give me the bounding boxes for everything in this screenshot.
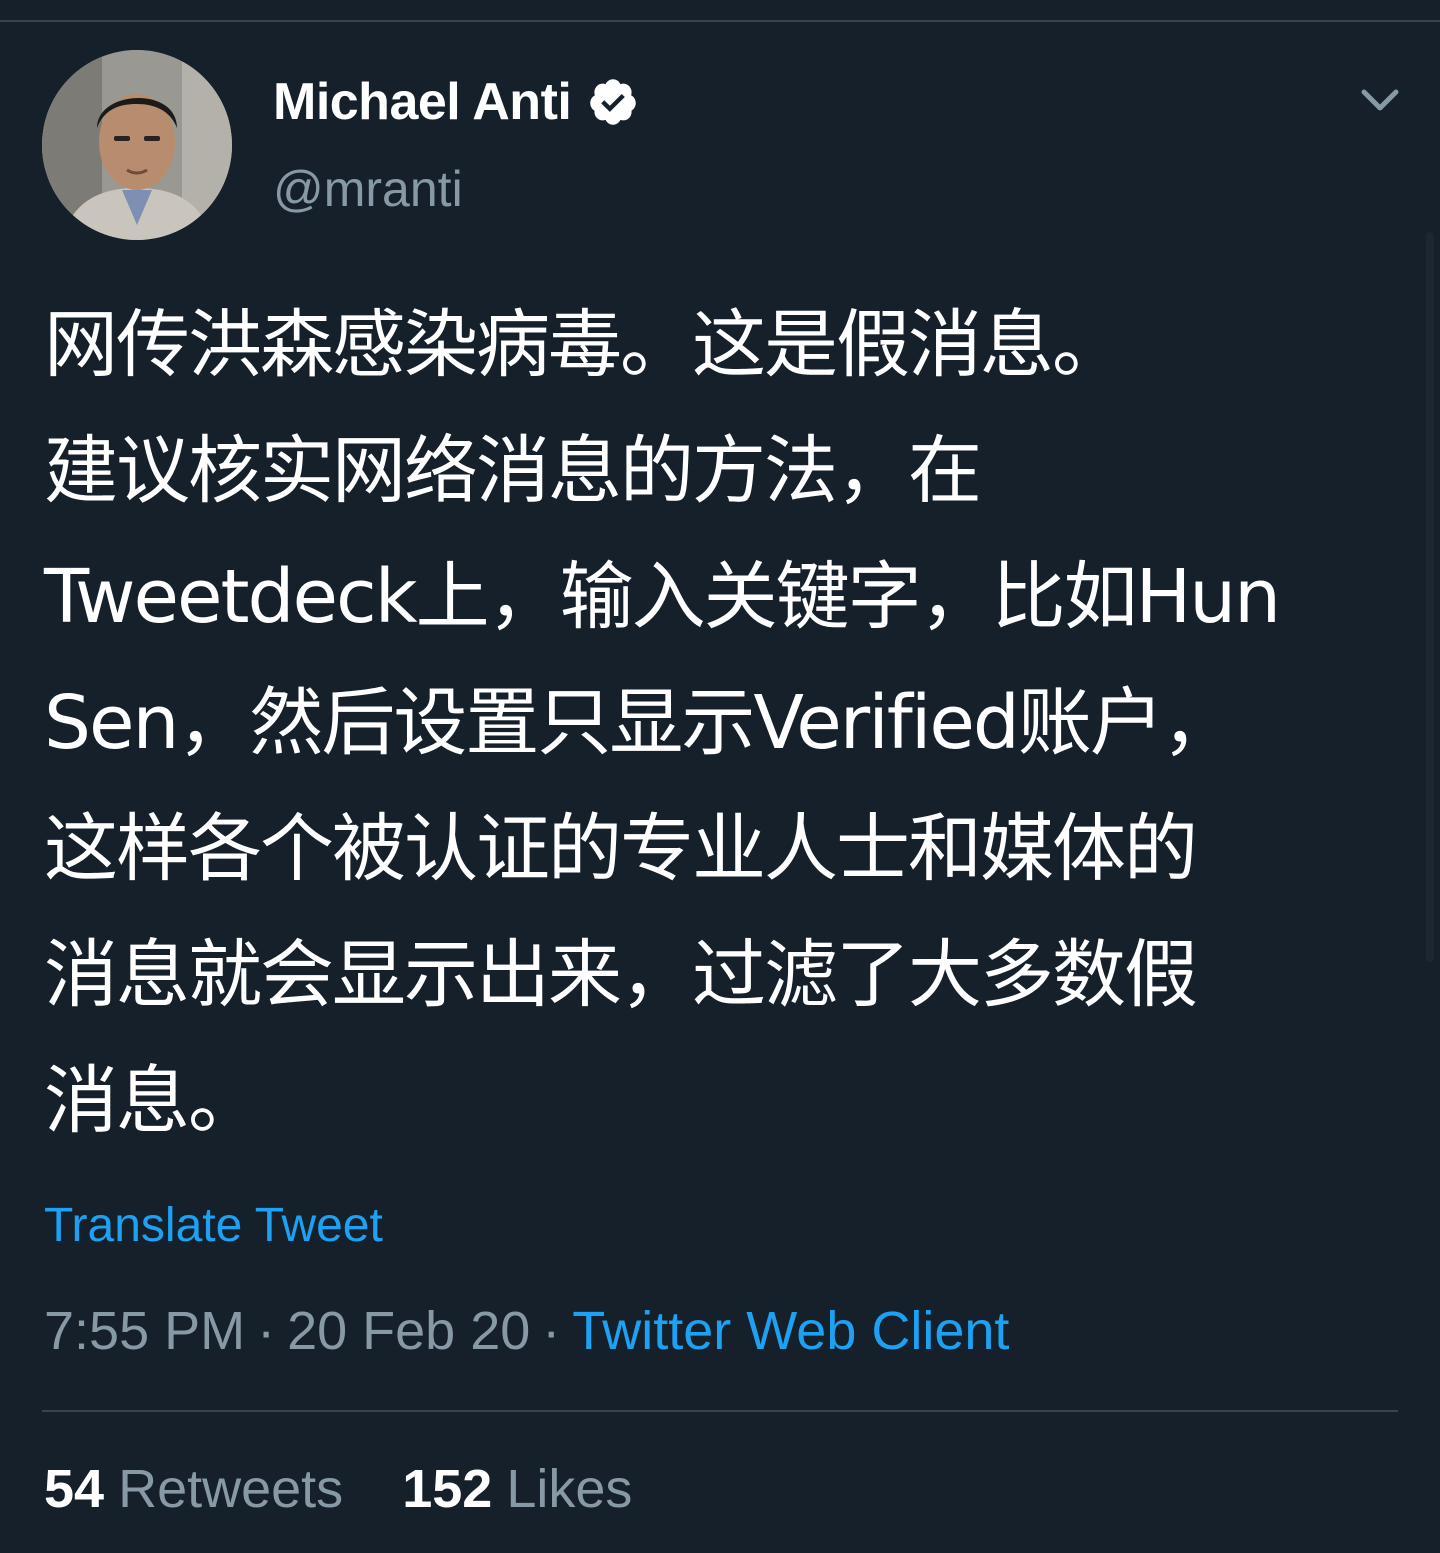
tweet-text-line: Sen，然后设置只显示Verified账户， xyxy=(44,680,1236,766)
chevron-down-icon[interactable] xyxy=(1356,82,1404,122)
tweet-text-line: 建议核实网络消息的方法，在 xyxy=(44,428,982,514)
top-divider xyxy=(0,20,1440,22)
stats-divider xyxy=(42,1410,1398,1412)
likes-count: 152 xyxy=(402,1459,493,1519)
tweet-text-line: Tweetdeck上，输入关键字，比如Hun xyxy=(44,554,1281,640)
tweet-meta: 7:55 PM · 20 Feb 20 · Twitter Web Client xyxy=(44,1300,1009,1362)
tweet-text-line: 消息就会显示出来，过滤了大多数假 xyxy=(44,932,1198,1018)
avatar[interactable] xyxy=(42,50,232,240)
tweet-source-link[interactable]: Twitter Web Client xyxy=(572,1301,1009,1361)
retweets-count: 54 xyxy=(44,1459,105,1519)
display-name[interactable]: Michael Anti xyxy=(273,72,572,132)
author-name-row[interactable]: Michael Anti xyxy=(273,70,639,134)
tweet-date[interactable]: 20 Feb 20 xyxy=(287,1301,530,1361)
meta-separator: · xyxy=(257,1301,276,1361)
tweet-text-line: 网传洪森感染病毒。这是假消息。 xyxy=(44,302,1126,388)
translate-tweet-link[interactable]: Translate Tweet xyxy=(44,1198,383,1253)
tweet-stats: 54 Retweets 152 Likes xyxy=(44,1458,676,1520)
tweet-time[interactable]: 7:55 PM xyxy=(44,1301,245,1361)
tweet-text: 网传洪森感染病毒。这是假消息。 建议核实网络消息的方法，在 Tweetdeck上… xyxy=(44,282,1424,1164)
author-handle[interactable]: @mranti xyxy=(273,160,463,218)
retweets-label: Retweets xyxy=(118,1459,344,1519)
tweet-text-line: 这样各个被认证的专业人士和媒体的 xyxy=(44,806,1198,892)
retweets-stat[interactable]: 54 Retweets xyxy=(44,1459,343,1519)
likes-label: Likes xyxy=(506,1459,633,1519)
tweet-text-line: 消息。 xyxy=(44,1058,262,1144)
scrollbar[interactable] xyxy=(1426,232,1434,962)
verified-badge-icon xyxy=(587,76,639,128)
likes-stat[interactable]: 152 Likes xyxy=(402,1459,632,1519)
meta-separator: · xyxy=(542,1301,561,1361)
